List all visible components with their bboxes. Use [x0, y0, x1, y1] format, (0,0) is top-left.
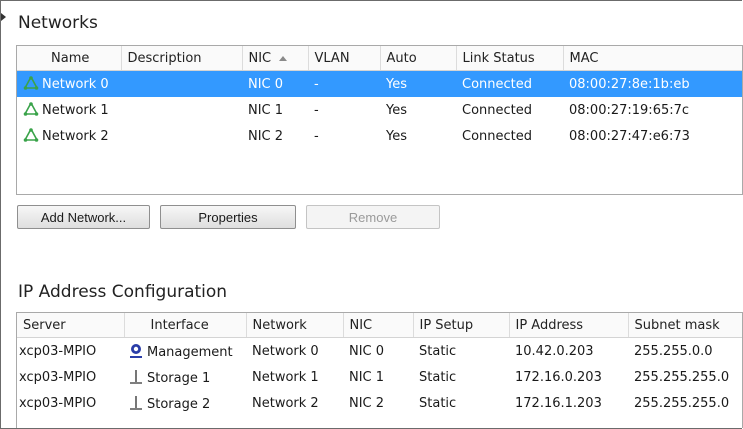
sort-ascending-icon	[279, 55, 288, 61]
properties-button[interactable]: Properties	[160, 205, 296, 229]
expand-arrow-icon	[1, 13, 6, 21]
storage-icon	[130, 395, 142, 410]
network-icon	[23, 128, 39, 142]
column-header-server[interactable]: Server	[17, 313, 125, 338]
ip-config-header-row: Server Interface Network NIC IP Setup IP…	[17, 313, 742, 338]
column-header-ip-address[interactable]: IP Address	[509, 313, 629, 338]
column-header-link-status[interactable]: Link Status	[456, 46, 564, 71]
column-header-auto[interactable]: Auto	[380, 46, 457, 71]
networks-grid[interactable]: Name Description NIC VLAN Auto Link Stat…	[16, 45, 743, 195]
column-header-interface[interactable]: Interface	[124, 313, 247, 338]
column-header-description[interactable]: Description	[121, 46, 243, 71]
network-row-2[interactable]: Network 2 NIC 2 - Yes Connected 08:00:27…	[17, 123, 742, 149]
column-header-ip-nic[interactable]: NIC	[343, 313, 414, 338]
network-icon	[23, 102, 39, 116]
ip-config-row-0[interactable]: xcp03-MPIO Management Network 0 NIC 0 St…	[17, 338, 742, 365]
networks-section-title: Networks	[18, 13, 98, 33]
column-header-network[interactable]: Network	[246, 313, 344, 338]
column-header-vlan[interactable]: VLAN	[308, 46, 381, 71]
ip-config-grid[interactable]: Server Interface Network NIC IP Setup IP…	[16, 312, 743, 428]
column-header-mac[interactable]: MAC	[563, 46, 742, 71]
network-row-0[interactable]: Network 0 NIC 0 - Yes Connected 08:00:27…	[17, 70, 742, 97]
management-icon	[130, 343, 142, 358]
ip-config-row-2[interactable]: xcp03-MPIO Storage 2 Network 2 NIC 2 Sta…	[17, 390, 742, 416]
column-header-subnet-mask[interactable]: Subnet mask	[628, 313, 742, 338]
ip-config-row-1[interactable]: xcp03-MPIO Storage 1 Network 1 NIC 1 Sta…	[17, 364, 742, 390]
ip-config-section-title: IP Address Configuration	[18, 282, 228, 302]
column-header-nic[interactable]: NIC	[242, 46, 309, 71]
networks-header-row: Name Description NIC VLAN Auto Link Stat…	[17, 46, 742, 71]
storage-icon	[130, 369, 142, 384]
network-row-1[interactable]: Network 1 NIC 1 - Yes Connected 08:00:27…	[17, 97, 742, 123]
column-header-name[interactable]: Name	[17, 46, 122, 71]
column-header-ip-setup[interactable]: IP Setup	[413, 313, 510, 338]
remove-button[interactable]: Remove	[306, 205, 440, 229]
network-icon	[23, 76, 39, 90]
add-network-button[interactable]: Add Network...	[17, 205, 150, 229]
